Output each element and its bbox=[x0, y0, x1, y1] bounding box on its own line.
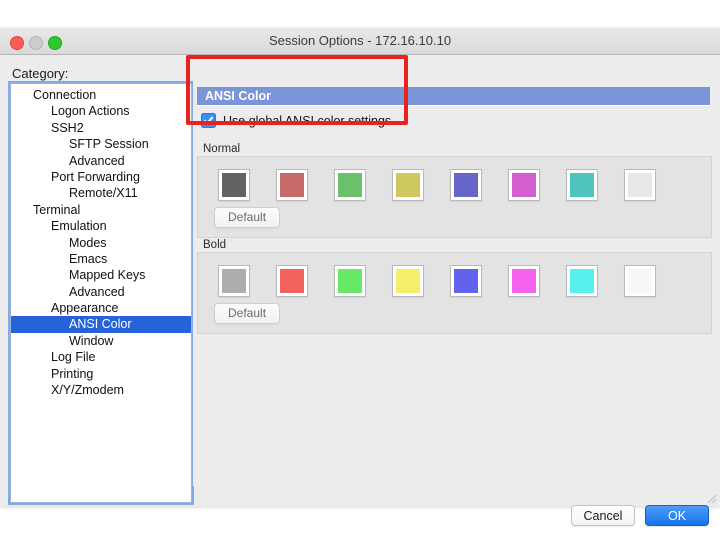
normal-color-swatch-0[interactable] bbox=[218, 169, 250, 201]
normal-color-swatch-6[interactable] bbox=[566, 169, 598, 201]
sidebar-item-connection[interactable]: ▼Connection bbox=[11, 87, 191, 103]
sidebar-item-label: Logon Actions bbox=[51, 104, 130, 119]
sidebar-item-printing[interactable]: Printing bbox=[11, 366, 191, 382]
sidebar-item-label: SSH2 bbox=[51, 120, 84, 135]
normal-color-swatch-4[interactable] bbox=[450, 169, 482, 201]
sidebar-item-label: Port Forwarding bbox=[51, 169, 140, 184]
bold-color-swatch-0[interactable] bbox=[218, 265, 250, 297]
sidebar-item-log-file[interactable]: Log File bbox=[11, 349, 191, 365]
window-titlebar: Session Options - 172.16.10.10 bbox=[0, 28, 720, 55]
sidebar-item-appearance[interactable]: ▼Appearance bbox=[11, 300, 191, 316]
sidebar-item-label: ANSI Color bbox=[69, 317, 132, 332]
sidebar-item-port-forwarding[interactable]: ▼Port Forwarding bbox=[11, 169, 191, 185]
swatch-fill bbox=[280, 269, 304, 293]
sidebar-item-label: Appearance bbox=[51, 301, 119, 316]
bold-color-swatch-1[interactable] bbox=[276, 265, 308, 297]
sidebar-item-label: Printing bbox=[51, 366, 94, 381]
sidebar-item-ansi-color[interactable]: ANSI Color bbox=[11, 316, 191, 333]
sidebar-item-modes[interactable]: Modes bbox=[11, 235, 191, 251]
sidebar-item-label: Advanced bbox=[69, 153, 125, 168]
normal-color-box: Default bbox=[197, 156, 712, 238]
bold-color-swatch-2[interactable] bbox=[334, 265, 366, 297]
category-tree-list: ▼ConnectionLogon Actions▼SSH2SFTP Sessio… bbox=[11, 84, 191, 398]
sidebar-item-emulation[interactable]: ▼Emulation bbox=[11, 218, 191, 234]
bold-group-label: Bold bbox=[203, 239, 227, 251]
normal-color-swatch-3[interactable] bbox=[392, 169, 424, 201]
sidebar-item-label: Window bbox=[69, 333, 114, 348]
sidebar-item-advanced[interactable]: Advanced bbox=[11, 284, 191, 300]
section-header-ansi-color: ANSI Color bbox=[197, 87, 710, 106]
sidebar-item-remote-x11[interactable]: Remote/X11 bbox=[11, 185, 191, 201]
cancel-button[interactable]: Cancel bbox=[571, 505, 635, 526]
sidebar-item-label: SFTP Session bbox=[69, 137, 149, 152]
category-label: Category: bbox=[12, 66, 69, 81]
sidebar-item-label: X/Y/Zmodem bbox=[51, 383, 124, 398]
swatch-fill bbox=[280, 173, 304, 197]
screenshot-root: Session Options - 172.16.10.10 Category:… bbox=[0, 0, 720, 540]
sidebar-item-label: Log File bbox=[51, 350, 96, 365]
bold-color-swatch-7[interactable] bbox=[624, 265, 656, 297]
section-header-title: ANSI Color bbox=[205, 89, 271, 103]
sidebar-item-terminal[interactable]: ▼Terminal bbox=[11, 202, 191, 218]
bold-color-box: Default bbox=[197, 252, 712, 334]
bold-default-button[interactable]: Default bbox=[214, 303, 281, 324]
swatch-fill bbox=[396, 269, 420, 293]
normal-group-label: Normal bbox=[203, 143, 241, 155]
sidebar-item-mapped-keys[interactable]: Mapped Keys bbox=[11, 267, 191, 283]
sidebar-item-x-y-zmodem[interactable]: X/Y/Zmodem bbox=[11, 382, 191, 398]
sidebar-item-label: Terminal bbox=[33, 202, 81, 217]
bold-color-swatch-3[interactable] bbox=[392, 265, 424, 297]
swatch-fill bbox=[512, 173, 536, 197]
sidebar-item-label: Emulation bbox=[51, 219, 107, 234]
swatch-fill bbox=[222, 269, 246, 293]
swatch-fill bbox=[512, 269, 536, 293]
sidebar-item-label: Modes bbox=[69, 235, 107, 250]
swatch-fill bbox=[454, 269, 478, 293]
use-global-ansi-color-checkbox[interactable] bbox=[201, 113, 216, 128]
sidebar-item-label: Connection bbox=[33, 88, 97, 102]
normal-color-swatch-7[interactable] bbox=[624, 169, 656, 201]
use-global-ansi-color-row[interactable]: Use global ANSI color settings bbox=[201, 113, 391, 128]
bold-color-swatch-6[interactable] bbox=[566, 265, 598, 297]
sidebar-item-label: Advanced bbox=[69, 284, 125, 299]
normal-color-swatch-5[interactable] bbox=[508, 169, 540, 201]
swatch-fill bbox=[570, 269, 594, 293]
sidebar-item-sftp-session[interactable]: SFTP Session bbox=[11, 136, 191, 152]
bold-color-swatch-4[interactable] bbox=[450, 265, 482, 297]
window-title: Session Options - 172.16.10.10 bbox=[268, 33, 452, 48]
sidebar-item-logon-actions[interactable]: Logon Actions bbox=[11, 103, 191, 119]
ansi-color-pane: ANSI Color Use global ANSI color setting… bbox=[193, 61, 713, 486]
normal-default-button[interactable]: Default bbox=[214, 207, 281, 228]
sidebar-item-label: Emacs bbox=[69, 251, 108, 266]
swatch-fill bbox=[338, 173, 362, 197]
session-options-window: Session Options - 172.16.10.10 Category:… bbox=[0, 28, 720, 526]
swatch-fill bbox=[454, 173, 478, 197]
normal-color-swatch-1[interactable] bbox=[276, 169, 308, 201]
resize-grip-icon[interactable] bbox=[707, 494, 717, 504]
bold-swatch-row bbox=[218, 265, 656, 297]
category-tree-panel[interactable]: ▼ConnectionLogon Actions▼SSH2SFTP Sessio… bbox=[10, 83, 192, 503]
sidebar-item-window[interactable]: Window bbox=[11, 333, 191, 349]
use-global-ansi-color-label: Use global ANSI color settings bbox=[223, 113, 392, 128]
swatch-fill bbox=[570, 173, 594, 197]
swatch-fill bbox=[396, 173, 420, 197]
swatch-fill bbox=[628, 269, 652, 293]
sidebar-item-label: Mapped Keys bbox=[69, 268, 146, 283]
swatch-fill bbox=[222, 173, 246, 197]
swatch-fill bbox=[628, 173, 652, 197]
ok-button[interactable]: OK bbox=[645, 505, 709, 526]
swatch-fill bbox=[338, 269, 362, 293]
normal-color-swatch-2[interactable] bbox=[334, 169, 366, 201]
sidebar-item-emacs[interactable]: Emacs bbox=[11, 251, 191, 267]
normal-swatch-row bbox=[218, 169, 656, 201]
sidebar-item-advanced[interactable]: Advanced bbox=[11, 153, 191, 169]
bold-color-swatch-5[interactable] bbox=[508, 265, 540, 297]
sidebar-item-ssh2[interactable]: ▼SSH2 bbox=[11, 120, 191, 136]
sidebar-item-label: Remote/X11 bbox=[69, 186, 138, 201]
